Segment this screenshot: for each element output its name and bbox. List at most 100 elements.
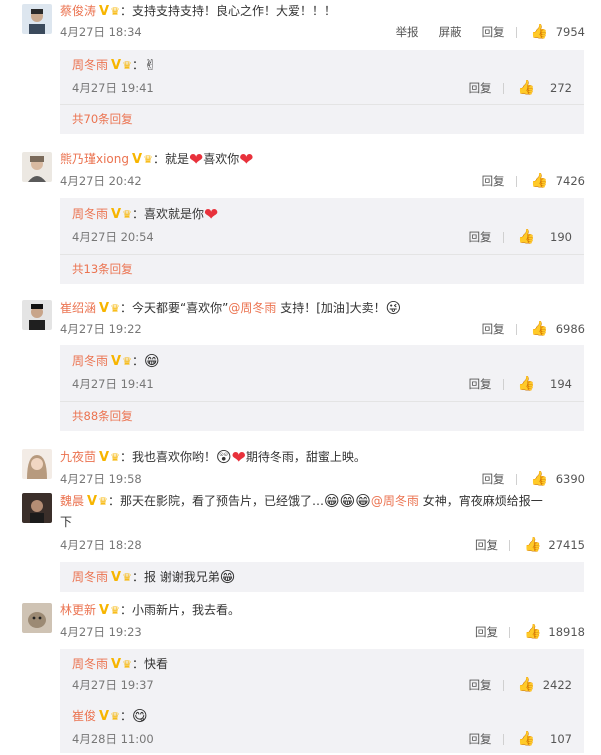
comment-text-line2: 下	[60, 512, 585, 532]
reply-text: ：	[119, 709, 132, 723]
reply-button[interactable]: 回复	[469, 79, 492, 97]
reply-button[interactable]: 回复	[475, 536, 498, 554]
thumb-up-icon: 👍	[530, 471, 548, 487]
avatar[interactable]	[22, 4, 52, 34]
timestamp: 4月27日 20:42	[60, 174, 142, 188]
avatar[interactable]	[22, 603, 52, 633]
reply-button[interactable]: 回复	[482, 320, 505, 338]
reply-box: 周冬雨 V♛：😁 4月27日 19:41 回复 👍 194 共88条回复	[60, 345, 584, 431]
username[interactable]: 九夜茴	[60, 450, 96, 464]
timestamp: 4月27日 19:37	[72, 678, 154, 692]
like-button[interactable]: 👍 7954	[531, 23, 585, 41]
username[interactable]: 周冬雨	[72, 354, 108, 368]
username[interactable]: 周冬雨	[72, 207, 108, 221]
victory-hand-emoji: ✌	[143, 56, 157, 74]
like-button[interactable]: 👍 18918	[524, 623, 585, 641]
username[interactable]: 崔绍涵	[60, 301, 96, 315]
timestamp: 4月27日 19:41	[72, 377, 154, 391]
vip-crown-icon: ♛	[122, 208, 132, 221]
mention-link[interactable]: @周冬雨	[371, 494, 419, 508]
more-replies-link[interactable]: 共13条回复	[72, 260, 133, 278]
like-button[interactable]: 👍 6390	[531, 470, 585, 488]
thumb-up-icon: 👍	[517, 376, 535, 392]
vip-crown-icon: ♛	[110, 451, 120, 464]
reply-text: ：喜欢就是你	[131, 207, 204, 221]
reply-button[interactable]: 回复	[482, 23, 505, 41]
username[interactable]: 蔡俊涛	[60, 4, 96, 18]
like-button[interactable]: 👍 6986	[531, 320, 585, 338]
reply-meta: 4月27日 19:37 回复 👍 2422	[72, 676, 572, 694]
thumb-up-icon: 👍	[517, 731, 535, 747]
shocked-emoji: 😲	[215, 448, 232, 466]
report-button[interactable]: 举报	[396, 23, 419, 41]
thumb-up-icon: 👍	[517, 677, 535, 693]
like-button[interactable]: 👍 107	[518, 730, 572, 748]
username[interactable]: 林更新	[60, 603, 96, 617]
more-replies-link[interactable]: 共70条回复	[72, 110, 133, 128]
reply-text: ：报 谢谢我兄弟	[131, 570, 220, 584]
like-button[interactable]: 👍 27415	[524, 536, 585, 554]
thumb-up-icon: 👍	[523, 537, 542, 553]
username[interactable]: 熊乃瑾xiong	[60, 152, 129, 166]
like-count: 6986	[555, 322, 585, 336]
username[interactable]: 周冬雨	[72, 657, 108, 671]
reply-box: 周冬雨 V♛：喜欢就是你❤ 4月27日 20:54 回复 👍 190 共13条回复	[60, 198, 584, 284]
reply-button[interactable]: 回复	[482, 172, 505, 190]
reply-meta: 4月27日 20:54 回复 👍 190	[72, 228, 572, 246]
comment-header: 九夜茴 V♛：我也喜欢你哟！😲❤期待冬雨，甜蜜上映。	[60, 447, 585, 467]
divider	[508, 626, 510, 638]
verified-badge-icon: V	[99, 4, 110, 19]
verified-badge-icon: V	[99, 603, 110, 618]
thumb-up-icon: 👍	[523, 624, 542, 640]
verified-badge-icon: V	[87, 494, 98, 509]
comment-text: 期待冬雨，甜蜜上映。	[245, 450, 366, 464]
reply-button[interactable]: 回复	[469, 228, 492, 246]
like-button[interactable]: 👍 272	[518, 79, 572, 97]
reply-text: ：	[131, 354, 144, 368]
reply-header: 崔俊 V♛：😋	[72, 706, 572, 726]
reply-button[interactable]: 回复	[469, 375, 492, 393]
like-count: 194	[550, 377, 572, 391]
comment-text: 支持！[加油]大卖！	[276, 301, 386, 315]
reply-header: 周冬雨 V♛：😁	[72, 351, 572, 371]
divider	[515, 323, 517, 335]
like-button[interactable]: 👍 2422	[518, 676, 572, 694]
avatar[interactable]	[22, 300, 52, 330]
comment-text: 喜欢你	[203, 152, 240, 166]
divider	[502, 231, 504, 243]
like-button[interactable]: 👍 7426	[531, 172, 585, 190]
timestamp: 4月28日 11:00	[72, 732, 154, 746]
avatar[interactable]	[22, 493, 52, 523]
comment-header: 林更新 V♛：小雨新片，我去看。	[60, 600, 585, 620]
verified-badge-icon: V	[99, 709, 110, 724]
reply-button[interactable]: 回复	[475, 623, 498, 641]
reply-header: 周冬雨 V♛：快看	[72, 654, 572, 674]
comment-text: ：那天在影院，看了预告片，已经饿了…	[107, 494, 324, 508]
reply-button[interactable]: 回复	[469, 676, 492, 694]
heart-icon: ❤	[188, 150, 204, 169]
like-button[interactable]: 👍 194	[518, 375, 572, 393]
username[interactable]: 周冬雨	[72, 58, 108, 72]
reply-box: 周冬雨 V♛：报 谢谢我兄弟😁	[60, 562, 584, 592]
avatar[interactable]	[22, 449, 52, 479]
vip-crown-icon: ♛	[98, 495, 108, 508]
more-replies-link[interactable]: 共88条回复	[72, 407, 133, 425]
grin-emoji: 😁	[219, 568, 236, 586]
like-button[interactable]: 👍 190	[518, 228, 572, 246]
username[interactable]: 崔俊	[72, 709, 96, 723]
reply-header: 周冬雨 V♛：✌	[72, 55, 572, 75]
divider	[502, 679, 504, 691]
mention-link[interactable]: @周冬雨	[228, 301, 276, 315]
avatar[interactable]	[22, 152, 52, 182]
username[interactable]: 魏晨	[60, 494, 84, 508]
reply-button[interactable]: 回复	[469, 730, 492, 748]
block-button[interactable]: 屏蔽	[439, 23, 462, 41]
reply-text: ：快看	[131, 657, 168, 671]
comment-text: ：小雨新片，我去看。	[119, 603, 240, 617]
reply-meta: 4月28日 11:00 回复 👍 107	[72, 730, 572, 748]
verified-badge-icon: V	[111, 657, 122, 672]
timestamp: 4月27日 18:34	[60, 25, 142, 39]
username[interactable]: 周冬雨	[72, 570, 108, 584]
reply-meta: 4月27日 19:41 回复 👍 194	[72, 375, 572, 393]
reply-button[interactable]: 回复	[482, 470, 505, 488]
